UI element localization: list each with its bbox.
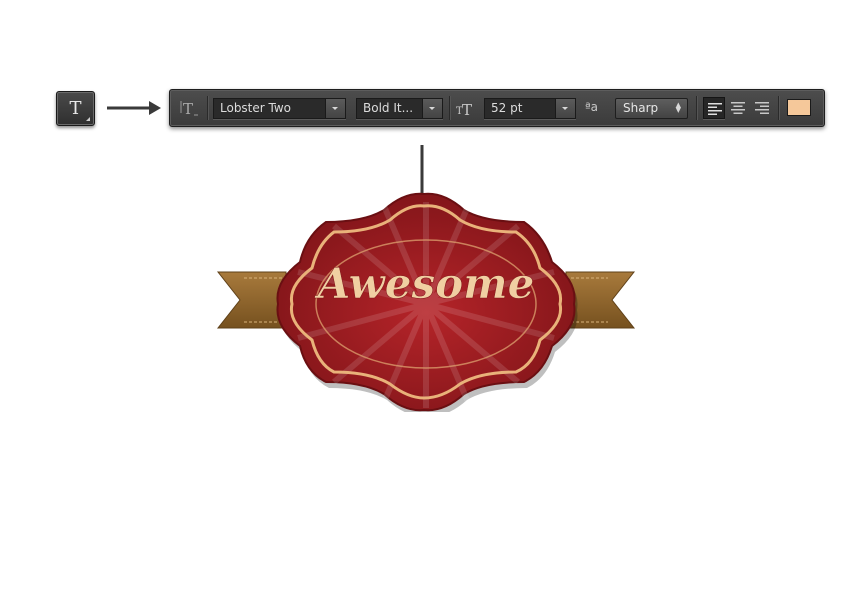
arrow-right-icon: [107, 101, 161, 115]
type-options-bar: T Lobster Two Bold It... T T 52 pt ªa Sh…: [169, 89, 825, 127]
type-tool-glyph: T: [69, 98, 82, 119]
badge-text: Awesome: [314, 259, 535, 308]
separator: [449, 96, 450, 120]
separator: [207, 96, 208, 120]
align-left-icon: [708, 103, 722, 115]
text-orientation-icon[interactable]: T: [178, 97, 200, 119]
font-size-icon: T T: [455, 97, 477, 119]
chevron-down-icon: [325, 99, 345, 118]
separator: [778, 96, 779, 120]
svg-text:T: T: [462, 101, 472, 119]
orientation-glyph: T: [183, 100, 193, 118]
awesome-badge-illustration: Awesome: [216, 192, 636, 412]
anti-alias-select[interactable]: Sharp ▲ ▼: [615, 98, 688, 119]
type-tool-icon[interactable]: T: [56, 91, 95, 126]
font-family-value: Lobster Two: [220, 101, 292, 115]
align-center-button[interactable]: [727, 97, 749, 119]
font-size-value: 52 pt: [491, 101, 523, 115]
tool-flyout-indicator-icon: [86, 117, 90, 121]
align-right-icon: [755, 102, 769, 114]
font-style-dropdown[interactable]: Bold It...: [356, 98, 443, 119]
separator: [696, 96, 697, 120]
chevron-down-icon: [555, 99, 575, 118]
font-family-dropdown[interactable]: Lobster Two: [213, 98, 346, 119]
updown-chevron-icon: ▲ ▼: [675, 101, 681, 114]
font-size-dropdown[interactable]: 52 pt: [484, 98, 576, 119]
chevron-down-icon: [422, 99, 442, 118]
align-right-button[interactable]: [751, 97, 773, 119]
align-center-icon: [731, 102, 745, 114]
text-color-swatch[interactable]: [787, 99, 811, 116]
font-style-value: Bold It...: [363, 101, 414, 115]
ribbon-left: [216, 271, 287, 329]
anti-alias-value: Sharp: [623, 101, 659, 115]
anti-alias-glyph: ªa: [585, 100, 599, 114]
align-left-button[interactable]: [703, 97, 725, 119]
anti-alias-icon: ªa: [585, 100, 607, 118]
